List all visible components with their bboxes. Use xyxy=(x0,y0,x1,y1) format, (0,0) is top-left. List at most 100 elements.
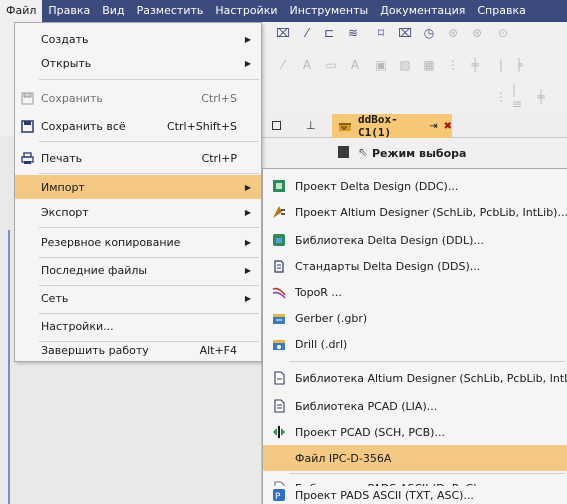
menu-item-import[interactable]: Импорт ▶ xyxy=(15,175,261,199)
schematic-doc-icon xyxy=(338,118,352,135)
cursor-icon: ⇖ xyxy=(358,145,369,159)
menu-item-open[interactable]: Открыть ▶ xyxy=(15,53,261,73)
menu-place[interactable]: Разместить xyxy=(131,0,210,22)
net-tool-icon[interactable]: ≋ xyxy=(346,26,360,40)
arc-tool-icon[interactable]: ◷ xyxy=(422,26,436,40)
shape-tool-icon: ▭ xyxy=(325,58,337,72)
import-drill[interactable]: Drill (.drl) xyxy=(263,331,567,357)
grid-tool-icon: ▦ xyxy=(423,58,435,72)
menu-item-label: Завершить работу xyxy=(41,343,149,357)
tab-close-icon[interactable]: ✖ xyxy=(444,121,452,132)
menu-item-label: Проект PADS ASCII (TXT, ASC)... xyxy=(295,488,474,502)
import-delta-standards[interactable]: Стандарты Delta Design (DDS)... xyxy=(263,253,567,279)
submenu-arrow-icon: ▶ xyxy=(244,265,251,275)
menu-separator xyxy=(39,285,259,286)
menu-item-label: Резервное копирование xyxy=(41,235,181,249)
menu-item-label: Последние файлы xyxy=(41,263,148,277)
menu-settings[interactable]: Настройки xyxy=(209,0,283,22)
submenu-arrow-icon: ▶ xyxy=(244,237,251,247)
menu-item-label: Импорт xyxy=(41,180,85,194)
menu-item-label: TopoR ... xyxy=(295,285,342,299)
part-tool-icon[interactable]: ⌧ xyxy=(398,26,412,40)
menu-item-label: Библиотека PCAD (LIA)... xyxy=(295,399,438,413)
menu-item-recent-files[interactable]: Последние файлы ▶ xyxy=(15,259,261,281)
import-ipc-d-356a[interactable]: Файл IPC-D-356A xyxy=(263,445,567,471)
import-altium-project[interactable]: Проект Altium Designer (SchLib, PcbLib, … xyxy=(263,199,567,225)
document-tabs: ⊥ ddBox-C1(1) ⇥ ✖ xyxy=(262,113,567,139)
toolbar-row-2: ⁄ A ▭ A ▣ ▨ ▦ ⋮ ╪ | ╞ xyxy=(262,54,567,76)
menu-separator xyxy=(39,257,259,258)
maximize-icon[interactable] xyxy=(272,121,281,130)
import-topor[interactable]: TopoR ... xyxy=(263,279,567,305)
separator-icon: | xyxy=(498,58,504,72)
select-tool-icon[interactable]: ⌧ xyxy=(276,26,290,40)
bus-tool-icon[interactable]: ⊏ xyxy=(322,26,336,40)
menu-separator xyxy=(39,141,259,142)
menu-bar: Файл Правка Вид Разместить Настройки Инс… xyxy=(0,0,567,22)
menu-item-shortcut: Alt+F4 xyxy=(199,343,237,357)
menu-item-backup[interactable]: Резервное копирование ▶ xyxy=(15,231,261,253)
import-gerber[interactable]: Gerber (.gbr) xyxy=(263,305,567,331)
tab-pin-icon[interactable]: ⇥ xyxy=(429,121,437,132)
import-pads-project[interactable]: P Проект PADS ASCII (TXT, ASC)... xyxy=(262,486,567,504)
svg-text:P: P xyxy=(275,492,281,502)
mode-icon xyxy=(338,146,349,158)
import-delta-library[interactable]: Библиотека Delta Design (DDL)... xyxy=(263,227,567,253)
tab-ddbox-c1[interactable]: ddBox-C1(1) ⇥ ✖ xyxy=(332,113,452,139)
disabled-tool-icon: ⊙ xyxy=(497,26,509,40)
menu-separator xyxy=(39,227,259,228)
wire-tool-icon[interactable]: ⁄ xyxy=(300,26,314,40)
pcad-project-icon xyxy=(271,424,287,440)
menu-item-create[interactable]: Создать ▶ xyxy=(15,29,261,49)
pin-panel-icon[interactable]: ⊥ xyxy=(306,119,316,132)
menu-separator xyxy=(39,173,259,174)
menu-item-label: Сохранить xyxy=(41,91,103,105)
menu-item-network[interactable]: Сеть ▶ xyxy=(15,287,261,309)
menu-item-save-all[interactable]: Сохранить всё Ctrl+Shift+S xyxy=(15,115,261,137)
menu-item-settings[interactable]: Настройки... xyxy=(15,315,261,337)
menu-tools[interactable]: Инструменты xyxy=(284,0,375,22)
menu-view[interactable]: Вид xyxy=(96,0,130,22)
left-panel-splitter[interactable] xyxy=(8,230,10,504)
menu-item-shortcut: Ctrl+P xyxy=(201,151,237,165)
menu-edit[interactable]: Правка xyxy=(42,0,96,22)
menu-item-label: Библиотека Altium Designer (SchLib, PcbL… xyxy=(295,371,567,385)
menu-item-export[interactable]: Экспорт ▶ xyxy=(15,201,261,223)
submenu-arrow-icon: ▶ xyxy=(244,293,251,303)
menu-item-exit[interactable]: Завершить работу Alt+F4 xyxy=(15,339,261,361)
menu-documentation[interactable]: Документация xyxy=(374,0,471,22)
menu-item-label: Сохранить всё xyxy=(41,119,126,133)
dots-icon: ⋮ xyxy=(495,90,507,104)
menu-item-label: Сеть xyxy=(41,291,69,305)
delta-project-icon xyxy=(271,178,287,194)
mode-bar: ⇖ Режим выбора xyxy=(262,140,567,166)
standards-icon xyxy=(271,258,287,274)
menu-item-print[interactable]: Печать Ctrl+P xyxy=(15,147,261,169)
toolbar-row-3: ⋮ |≡ ╪ xyxy=(262,83,567,111)
import-altium-library[interactable]: Библиотека Altium Designer (SchLib, PcbL… xyxy=(263,365,567,391)
import-delta-project[interactable]: Проект Delta Design (DDC)... xyxy=(263,173,567,199)
align-icon: |≡ xyxy=(512,83,523,111)
menu-separator xyxy=(289,473,565,474)
menu-item-label: Печать xyxy=(41,151,83,165)
menu-separator xyxy=(39,313,259,314)
import-pcad-project[interactable]: Проект PCAD (SCH, PCB)... xyxy=(263,419,567,445)
toolbar-row-1: ⌧ ⁄ ⊏ ≋ ⌑ ⌧ ◷ ⊛ ⊛ ⊙ xyxy=(262,22,567,44)
import-pcad-library[interactable]: Библиотека PCAD (LIA)... xyxy=(263,393,567,419)
menu-item-label: Проект Altium Designer (SchLib, PcbLib, … xyxy=(295,205,567,219)
menu-item-label: Файл IPC-D-356A xyxy=(295,451,392,465)
label-tool-icon: A xyxy=(350,58,360,72)
menu-help[interactable]: Справка xyxy=(471,0,531,22)
menu-item-label: Gerber (.gbr) xyxy=(295,311,368,325)
menu-item-save[interactable]: Сохранить Ctrl+S xyxy=(15,87,261,109)
menu-item-label: Создать xyxy=(41,32,89,46)
mode-label: Режим выбора xyxy=(372,147,467,160)
drill-icon xyxy=(271,336,287,352)
pcad-library-icon xyxy=(271,398,287,414)
distribute-icon: ╪ xyxy=(537,90,545,104)
dots-icon: ⋮ xyxy=(447,58,459,72)
altium-library-icon xyxy=(271,370,287,386)
component-tool-icon[interactable]: ⌑ xyxy=(374,26,388,40)
import-submenu: Проект Delta Design (DDC)... Проект Alti… xyxy=(262,168,567,504)
menu-file[interactable]: Файл xyxy=(0,0,43,22)
